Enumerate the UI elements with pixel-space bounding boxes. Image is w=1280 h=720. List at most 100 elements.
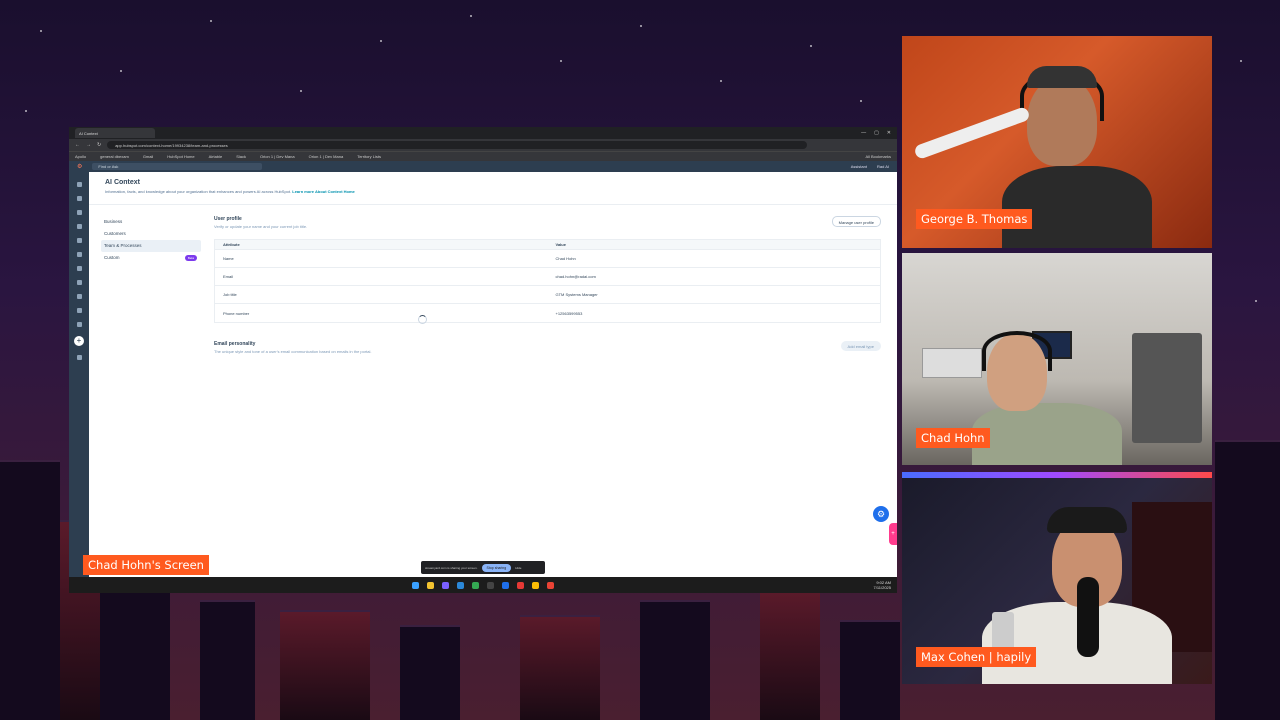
learn-more-link[interactable]: Learn more About Context Home xyxy=(292,189,355,194)
attribute-cell: Job title xyxy=(223,292,237,297)
settings-fab-icon[interactable]: ⚙ xyxy=(873,506,889,522)
manage-user-profile-button[interactable]: Manage user profile xyxy=(831,216,881,227)
side-nav-item-business[interactable]: Business xyxy=(101,216,201,228)
app-icon[interactable] xyxy=(457,581,464,589)
value-cell: Chad Hohn xyxy=(555,256,576,261)
hubspot-body: + AI Context Information, facts, and kno… xyxy=(69,172,897,577)
minimize-icon[interactable]: — xyxy=(861,130,866,136)
bookmarks-folder[interactable]: All Bookmarks xyxy=(865,154,897,159)
table-header-row: Attribute Value xyxy=(215,240,880,250)
side-nav-item-custom[interactable]: Custom Beta xyxy=(101,252,201,264)
windows-start-icon[interactable] xyxy=(412,581,419,589)
window-controls: — ▢ ✕ xyxy=(861,130,897,136)
webcam-panel-max: Max Cohen | hapily xyxy=(902,472,1212,684)
app-icon[interactable] xyxy=(442,581,449,589)
bookmark-item[interactable]: Apollo xyxy=(75,154,86,159)
content-icon[interactable] xyxy=(76,238,82,243)
side-nav-label: Customers xyxy=(104,231,126,236)
reload-icon[interactable]: ↻ xyxy=(97,142,101,148)
content-area: User profile Verify or update your name … xyxy=(214,216,881,354)
page-description: Information, facts, and knowledge about … xyxy=(105,189,292,194)
bookmark-item[interactable]: Orion 1 | Dev Mana xyxy=(309,154,344,159)
loading-spinner-icon xyxy=(418,315,427,324)
email-personality-subtitle: The unique style and tone of a user's em… xyxy=(214,349,372,354)
hubspot-top-nav: ⚙ Find or Ask Assistant Rad AI xyxy=(69,161,897,172)
file-explorer-icon[interactable] xyxy=(427,581,434,589)
bookmark-item[interactable]: general dbexam xyxy=(100,154,129,159)
table-row: Phone number +12563599553 xyxy=(215,304,880,322)
webcam-panel-george: George B. Thomas xyxy=(902,36,1212,248)
bookmark-item[interactable]: Gmail xyxy=(143,154,153,159)
sales-icon[interactable] xyxy=(76,252,82,257)
user-profile-section: User profile Verify or update your name … xyxy=(214,216,881,323)
led-strip xyxy=(902,472,1212,478)
side-nav-label: Business xyxy=(104,219,123,224)
hubspot-logo-icon[interactable]: ⚙ xyxy=(77,163,82,170)
browser-toolbar: ← → ↻ app.hubspot.com/context-home/19934… xyxy=(69,139,897,151)
bookmark-item[interactable]: Territory Lists xyxy=(357,154,381,159)
forward-icon[interactable]: → xyxy=(86,142,91,148)
side-nav-item-customers[interactable]: Customers xyxy=(101,228,201,240)
contacts-icon[interactable] xyxy=(76,210,82,215)
app-icon[interactable] xyxy=(487,581,494,589)
assistant-button[interactable]: Assistant xyxy=(851,164,867,169)
address-bar[interactable]: app.hubspot.com/context-home/19934238/te… xyxy=(107,141,808,149)
hubspot-main: AI Context Information, facts, and knowl… xyxy=(89,172,897,577)
bookmark-item[interactable]: HubSpot Home xyxy=(167,154,194,159)
attribute-cell: Phone number xyxy=(223,310,250,316)
headphones-icon xyxy=(982,331,1052,371)
sidebar-toggle-icon[interactable]: + xyxy=(889,523,897,545)
share-text: streamyard.com is sharing your screen. xyxy=(425,565,478,570)
account-menu[interactable]: Rad AI xyxy=(877,164,889,169)
add-icon[interactable]: + xyxy=(74,336,84,346)
side-nav-item-team-processes[interactable]: Team & Processes xyxy=(101,240,201,252)
commerce-icon[interactable] xyxy=(76,266,82,271)
app-icon[interactable] xyxy=(502,581,509,589)
page-header: AI Context Information, facts, and knowl… xyxy=(89,172,897,205)
user-profile-table: Attribute Value Name Chad Hohn Email cha… xyxy=(214,239,881,323)
chrome-icon[interactable] xyxy=(472,581,479,589)
back-icon[interactable]: ← xyxy=(75,142,80,148)
maximize-icon[interactable]: ▢ xyxy=(874,130,879,136)
bookmark-item[interactable]: Orion 1 | Dev Mana xyxy=(260,154,295,159)
hide-button[interactable]: Hide xyxy=(515,566,521,570)
side-nav-label: Custom xyxy=(104,255,120,260)
context-side-nav: Business Customers Team & Processes Cust… xyxy=(101,216,201,264)
chrome-icon[interactable] xyxy=(547,581,554,589)
add-email-type-button[interactable]: Add email type xyxy=(840,341,881,351)
marketing-icon[interactable] xyxy=(76,224,82,229)
cap-icon xyxy=(1027,66,1097,88)
service-icon[interactable] xyxy=(76,280,82,285)
bookmark-icon[interactable] xyxy=(76,196,82,201)
home-icon[interactable] xyxy=(76,182,82,187)
value-cell: chad.hohn@radai.com xyxy=(555,274,596,279)
email-personality-title: Email personality xyxy=(214,341,256,347)
column-header: Value xyxy=(555,242,566,247)
data-icon[interactable] xyxy=(76,294,82,299)
browser-tab-strip: AI Context — ▢ ✕ xyxy=(69,127,897,139)
app-icon[interactable] xyxy=(517,581,524,589)
hubspot-search-input[interactable]: Find or Ask xyxy=(92,163,263,170)
close-icon[interactable]: ✕ xyxy=(887,130,891,136)
user-profile-subtitle: Verify or update your name and your curr… xyxy=(214,224,308,229)
bookmark-item[interactable]: Airtable xyxy=(209,154,223,159)
attribute-cell: Email xyxy=(223,274,234,279)
bookmark-item[interactable]: Slack xyxy=(236,154,246,159)
table-row: Name Chad Hohn xyxy=(215,250,880,268)
library-icon[interactable] xyxy=(76,355,82,360)
automation-icon[interactable] xyxy=(76,308,82,313)
value-cell: GTM Systems Manager xyxy=(555,292,598,297)
reporting-icon[interactable] xyxy=(76,322,82,327)
chrome-icon[interactable] xyxy=(532,581,539,589)
webcam-panel-chad: Chad Hohn xyxy=(902,253,1212,465)
table-row: Email chad.hohn@radai.com xyxy=(215,268,880,286)
hubspot-top-right: Assistant Rad AI xyxy=(851,164,889,169)
participant-name-tag: Chad Hohn xyxy=(916,428,990,448)
shared-screen-window: AI Context — ▢ ✕ ← → ↻ app.hubspot.com/c… xyxy=(69,127,897,593)
email-personality-section: Email personality The unique style and t… xyxy=(214,341,881,354)
table-row: Job title GTM Systems Manager xyxy=(215,286,880,304)
value-cell: +12563599553 xyxy=(555,310,583,316)
side-nav-label: Team & Processes xyxy=(104,243,142,248)
browser-tab[interactable]: AI Context xyxy=(75,128,155,138)
stop-sharing-button[interactable]: Stop sharing xyxy=(481,563,512,572)
